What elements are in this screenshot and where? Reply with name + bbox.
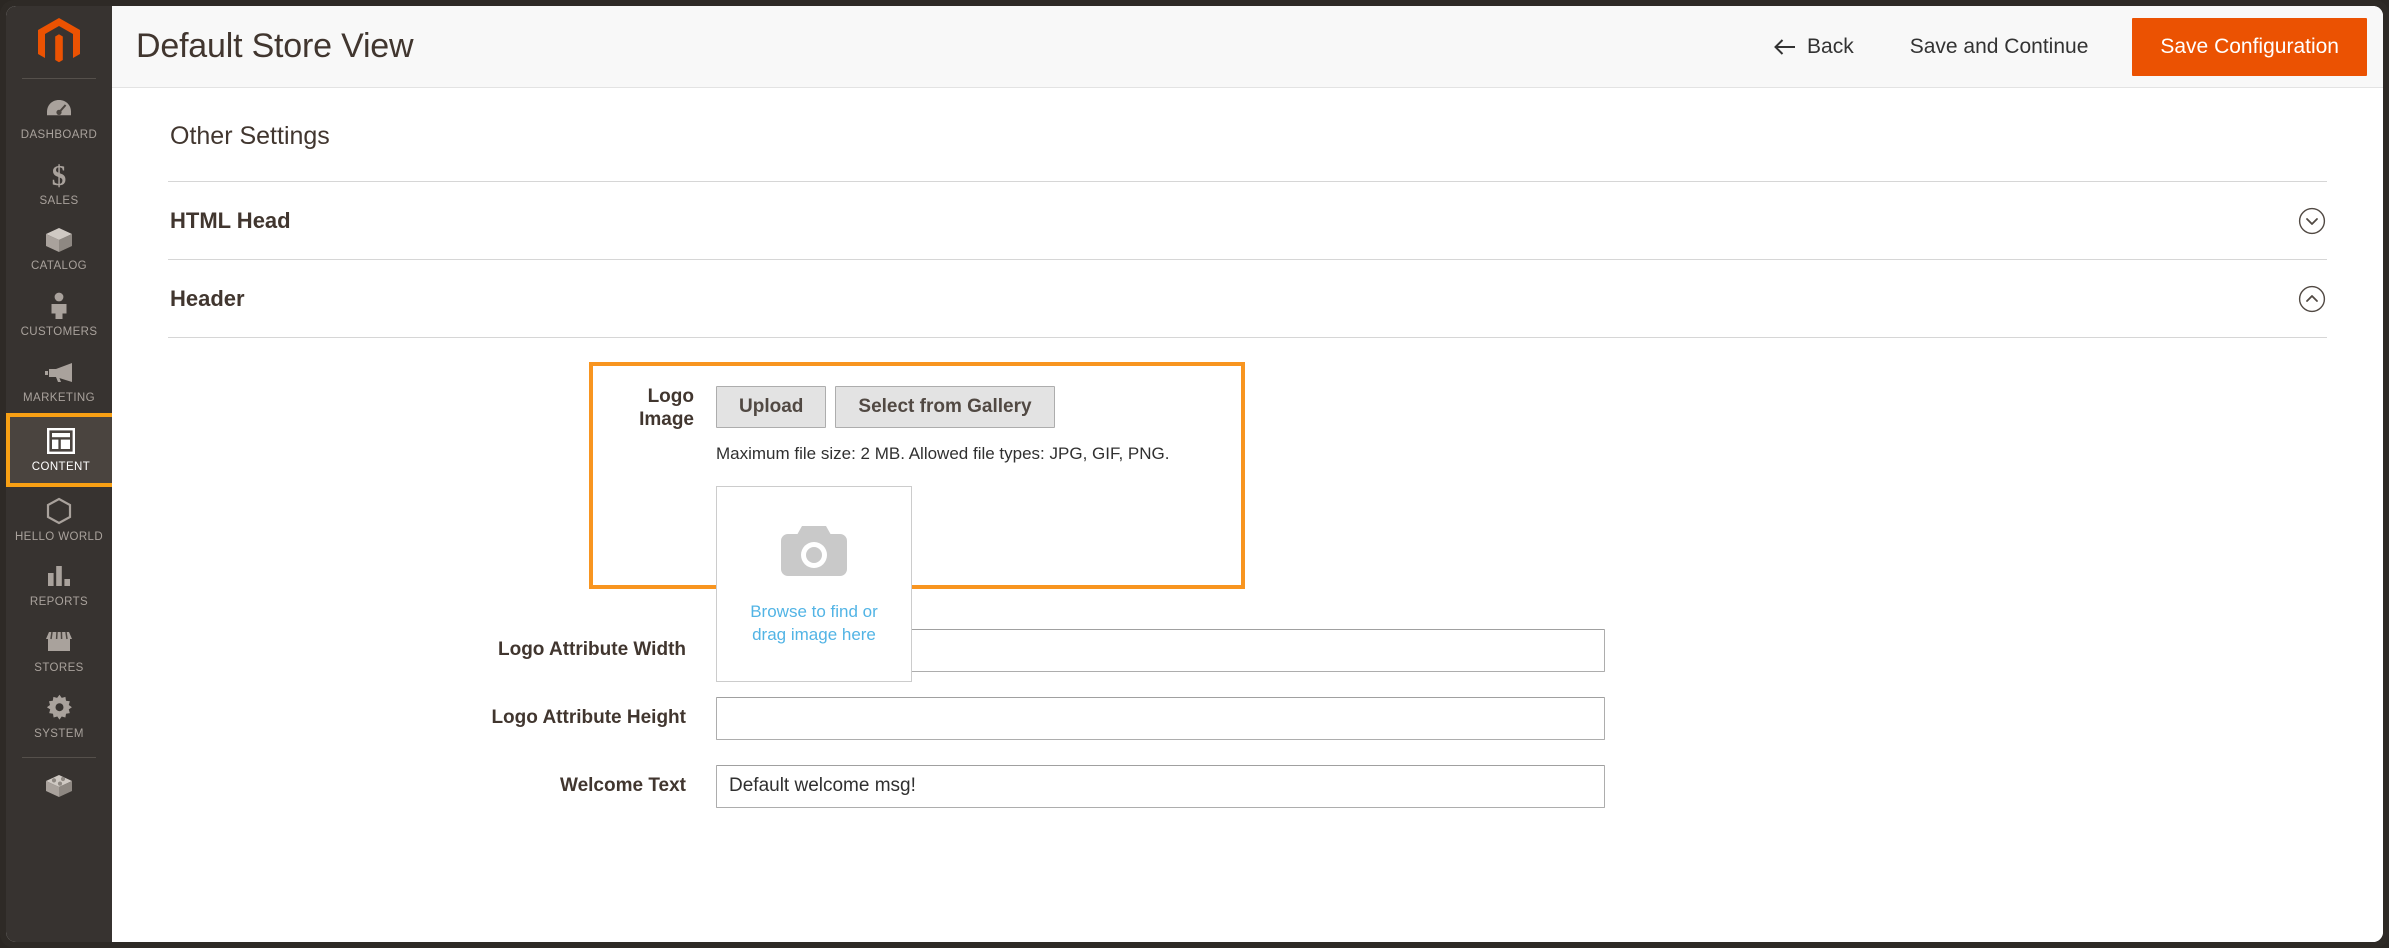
- logo-attribute-height-input[interactable]: [716, 696, 1605, 740]
- file-size-note: Maximum file size: 2 MB. Allowed file ty…: [716, 444, 1170, 463]
- bar-chart-icon: [46, 561, 72, 591]
- sidebar-item-marketing[interactable]: MARKETING: [6, 348, 112, 414]
- gear-icon: [46, 693, 73, 723]
- sidebar-divider-top: [22, 78, 96, 79]
- field-logo-attribute-width: Logo Attribute Width: [168, 616, 2327, 684]
- box-icon: [45, 225, 73, 255]
- storefront-icon: [44, 627, 74, 657]
- megaphone-icon: [44, 357, 74, 387]
- accordion-html-head[interactable]: HTML Head: [168, 181, 2327, 259]
- logo-image-field: Logo Image Upload Select from Gallery Ma…: [593, 366, 1241, 682]
- dollar-icon: $: [49, 160, 69, 190]
- sidebar-item-label: CUSTOMERS: [20, 325, 98, 338]
- admin-page: DASHBOARD $ SALES CATALOG CUSTOMERS MARK…: [6, 6, 2383, 942]
- settings-body: Other Settings HTML Head Header Logo Ima…: [112, 88, 2383, 942]
- accordion-html-head-title: HTML Head: [170, 207, 291, 233]
- logo-upload-button-group: Upload Select from Gallery: [716, 386, 1241, 428]
- person-icon: [48, 291, 70, 321]
- logo-field-spacer: [168, 338, 2327, 616]
- sidebar-item-label: CONTENT: [31, 461, 91, 474]
- dashboard-icon: [46, 94, 72, 124]
- save-configuration-label: Save Configuration: [2160, 34, 2339, 58]
- section-title: Other Settings: [170, 122, 330, 150]
- sidebar-item-catalog[interactable]: CATALOG: [6, 216, 112, 282]
- logo-image-row: Logo Image Upload Select from Gallery Ma…: [593, 386, 1241, 682]
- sidebar-item-label: STORES: [34, 662, 84, 675]
- extensions-icon: [44, 771, 74, 801]
- save-configuration-button[interactable]: Save Configuration: [2132, 17, 2367, 76]
- sidebar-item-reports[interactable]: REPORTS: [6, 552, 112, 618]
- logo-image-control: Upload Select from Gallery Maximum file …: [716, 386, 1241, 682]
- chevron-up-circle-icon[interactable]: [2297, 284, 2327, 314]
- magento-logo[interactable]: [6, 6, 112, 78]
- accordion-header[interactable]: Header: [168, 259, 2327, 337]
- camera-icon: [777, 522, 851, 585]
- browser-window: DASHBOARD $ SALES CATALOG CUSTOMERS MARK…: [0, 0, 2389, 948]
- header-settings-panel: Logo Image Upload Select from Gallery Ma…: [168, 337, 2327, 820]
- sidebar-item-stores[interactable]: STORES: [6, 618, 112, 684]
- sidebar-item-label: MARKETING: [23, 391, 95, 404]
- svg-text:$: $: [52, 160, 67, 190]
- page-title: Default Store View: [136, 27, 414, 65]
- sidebar-item-label: DASHBOARD: [20, 129, 98, 141]
- dropzone-text: Browse to find or drag image here: [750, 601, 878, 646]
- sidebar-item-label: CATALOG: [30, 260, 88, 273]
- select-from-gallery-button[interactable]: Select from Gallery: [835, 386, 1055, 428]
- back-button-label: Back: [1807, 34, 1854, 58]
- sidebar-item-sales[interactable]: $ SALES: [6, 151, 112, 217]
- accordion-header-title: Header: [170, 285, 245, 311]
- upload-button[interactable]: Upload: [716, 386, 827, 428]
- sidebar-item-label: SYSTEM: [34, 727, 84, 740]
- image-dropzone[interactable]: Browse to find or drag image here: [716, 486, 912, 682]
- welcome-text-label: Welcome Text: [559, 774, 686, 796]
- admin-sidebar: DASHBOARD $ SALES CATALOG CUSTOMERS MARK…: [6, 6, 112, 942]
- upload-button-label: Upload: [739, 396, 804, 417]
- logo-attribute-height-label: Logo Attribute Height: [491, 706, 686, 728]
- sidebar-item-label: REPORTS: [29, 596, 89, 609]
- sidebar-item-label: HELLO WORLD: [14, 530, 104, 543]
- back-button[interactable]: Back: [1746, 6, 1882, 88]
- logo-image-label: Logo Image: [639, 386, 694, 430]
- sidebar-item-customers[interactable]: CUSTOMERS: [6, 282, 112, 348]
- hexagon-icon: [46, 496, 72, 526]
- arrow-left-icon: [1774, 38, 1796, 55]
- welcome-text-input[interactable]: [716, 764, 1605, 808]
- save-and-continue-button[interactable]: Save and Continue: [1882, 6, 2117, 88]
- page-header: Default Store View Back Save and Continu…: [112, 6, 2383, 88]
- sidebar-item-hello-world[interactable]: HELLO WORLD: [6, 487, 112, 553]
- main-content: Default Store View Back Save and Continu…: [112, 6, 2383, 942]
- sidebar-item-dashboard[interactable]: DASHBOARD: [6, 85, 112, 151]
- field-logo-attribute-height: Logo Attribute Height: [168, 684, 2327, 752]
- dropzone-line-1: Browse to find or: [750, 601, 878, 621]
- dropzone-line-2: drag image here: [752, 624, 876, 644]
- save-and-continue-label: Save and Continue: [1909, 34, 2089, 58]
- sidebar-item-extensions[interactable]: [6, 762, 112, 815]
- sidebar-item-content[interactable]: CONTENT: [6, 413, 112, 487]
- layout-icon: [47, 426, 75, 456]
- sidebar-item-label: SALES: [39, 194, 79, 207]
- field-welcome-text: Welcome Text: [168, 752, 2327, 820]
- sidebar-item-system[interactable]: SYSTEM: [6, 684, 112, 750]
- chevron-down-circle-icon[interactable]: [2297, 206, 2327, 236]
- sidebar-divider-bottom: [22, 757, 96, 759]
- header-actions: Back Save and Continue Save Configuratio…: [1746, 6, 2383, 88]
- select-from-gallery-label: Select from Gallery: [858, 396, 1032, 417]
